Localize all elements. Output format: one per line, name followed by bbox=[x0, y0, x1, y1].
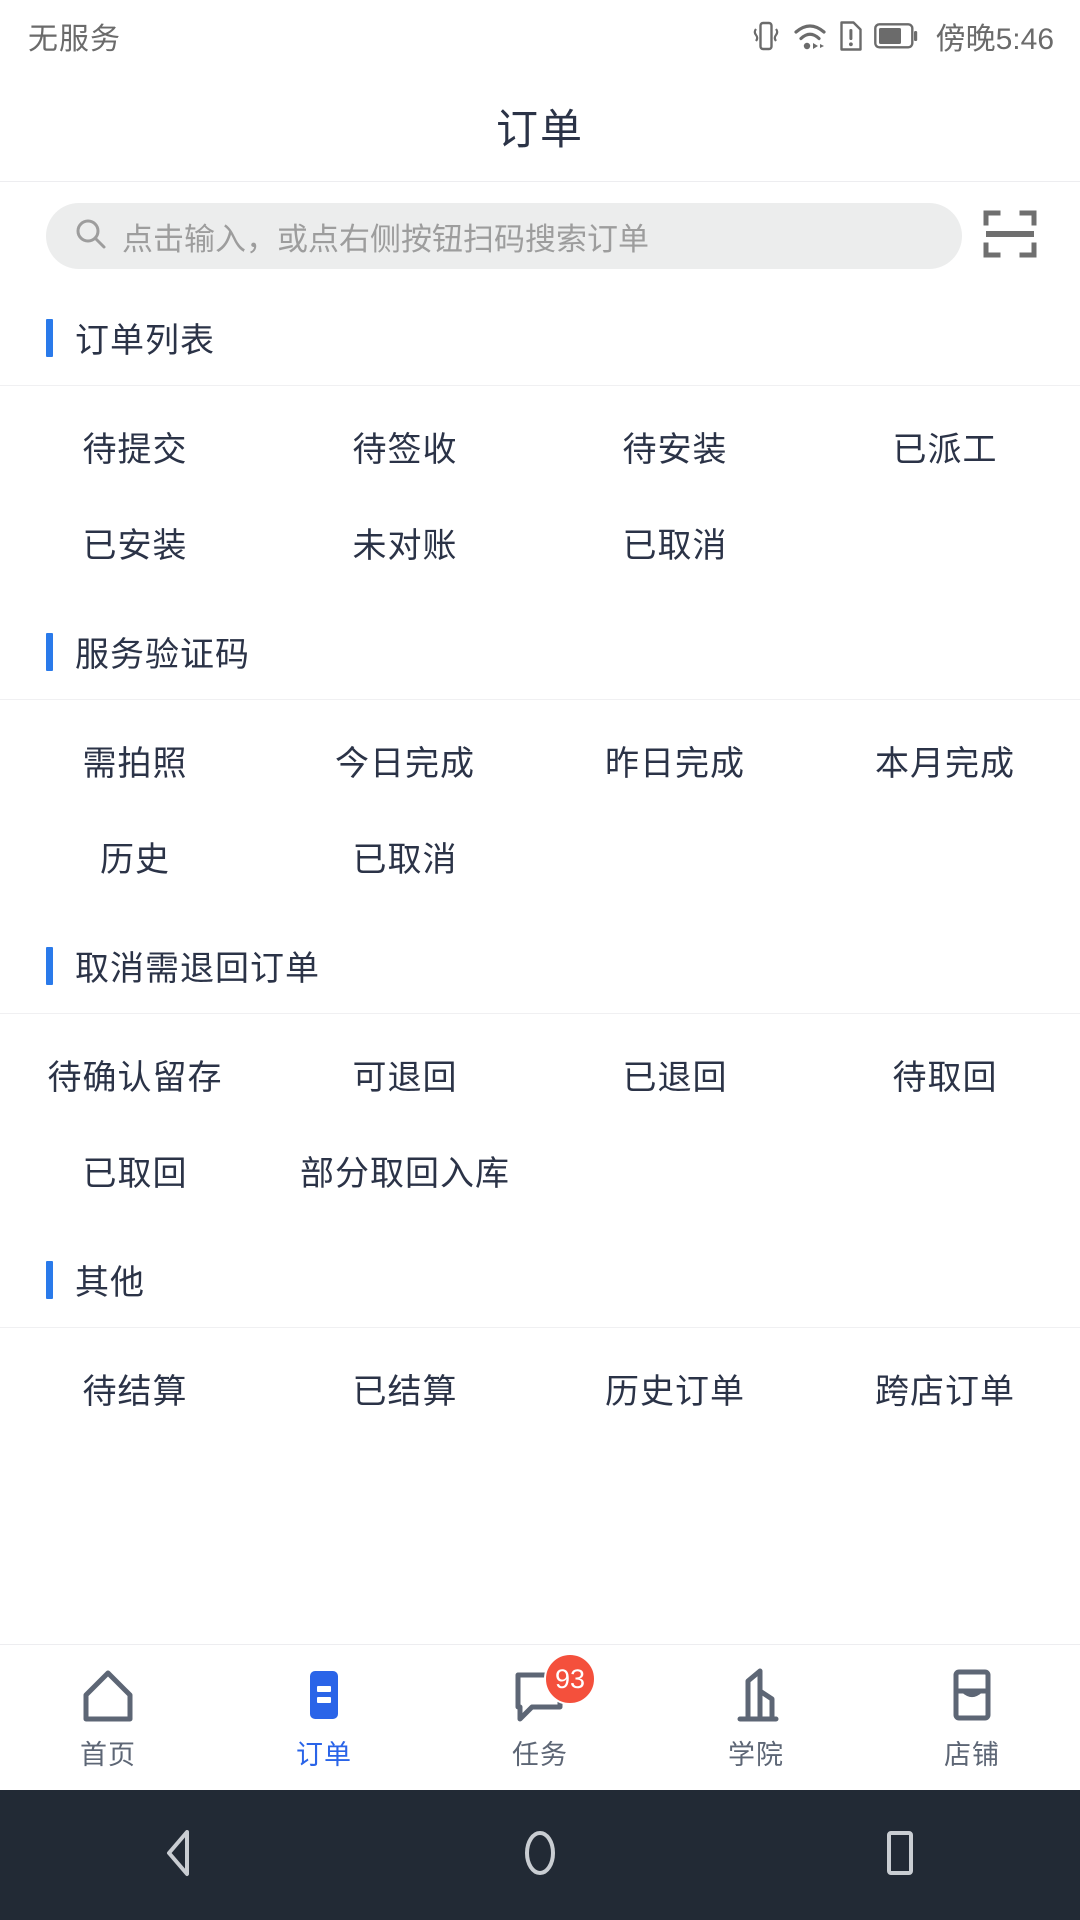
search-placeholder: 点击输入，或点右侧按钮扫码搜索订单 bbox=[122, 221, 649, 257]
tab-academy[interactable]: 学院 bbox=[648, 1645, 864, 1790]
grid-spacer bbox=[0, 700, 1080, 712]
grid-spacer bbox=[0, 386, 1080, 398]
tab-label-home: 首页 bbox=[80, 1740, 136, 1770]
section-title: 服务验证码 bbox=[75, 636, 250, 674]
grid-spacer bbox=[0, 590, 1080, 604]
task-message-icon: 93 bbox=[510, 1653, 596, 1725]
grid-item[interactable]: 已退回 bbox=[540, 1026, 810, 1122]
page-header: 订单 bbox=[0, 72, 1080, 182]
grid-item[interactable]: 未对账 bbox=[270, 494, 540, 590]
status-icons: 傍晚5:46 bbox=[751, 14, 1054, 58]
app-root: 无服务 傍晚5:46 订单 点击输入，或点右侧按钮扫码搜索订单 订单列表 待提交… bbox=[0, 0, 1080, 1920]
grid-item[interactable]: 已取消 bbox=[270, 808, 540, 904]
grid-item[interactable]: 本月完成 bbox=[810, 712, 1080, 808]
section-header: 取消需退回订单 bbox=[0, 918, 1080, 1014]
wifi-icon bbox=[792, 20, 828, 52]
vibrate-icon bbox=[751, 19, 781, 53]
grid-item[interactable]: 跨店订单 bbox=[810, 1340, 1080, 1436]
back-icon bbox=[155, 1826, 205, 1885]
search-icon bbox=[74, 217, 108, 256]
shop-icon bbox=[942, 1663, 1002, 1725]
recents-square-icon bbox=[875, 1826, 925, 1885]
grid-item[interactable]: 待结算 bbox=[0, 1340, 270, 1436]
tab-home[interactable]: 首页 bbox=[0, 1645, 216, 1790]
grid-spacer bbox=[0, 1014, 1080, 1026]
home-button[interactable] bbox=[465, 1790, 615, 1920]
tab-tasks[interactable]: 93 任务 bbox=[432, 1645, 648, 1790]
grid-item[interactable]: 可退回 bbox=[270, 1026, 540, 1122]
grid-item[interactable]: 历史 bbox=[0, 808, 270, 904]
carrier-label: 无服务 bbox=[28, 23, 121, 56]
section-accent-bar bbox=[46, 1260, 53, 1299]
grid-item[interactable]: 部分取回入库 bbox=[270, 1122, 540, 1218]
back-button[interactable] bbox=[105, 1790, 255, 1920]
grid-item[interactable]: 待确认留存 bbox=[0, 1026, 270, 1122]
tab-shop[interactable]: 店铺 bbox=[864, 1645, 1080, 1790]
section: 订单列表待提交 待签收 待安装 已派工已安装 未对账 已取消 bbox=[0, 290, 1080, 604]
sim-alert-icon bbox=[839, 20, 863, 52]
grid-item[interactable]: 历史订单 bbox=[540, 1340, 810, 1436]
search-input[interactable]: 点击输入，或点右侧按钮扫码搜索订单 bbox=[46, 203, 962, 269]
grid-item[interactable]: 已取消 bbox=[540, 494, 810, 590]
scan-code-icon bbox=[981, 205, 1039, 268]
grid-item[interactable]: 已结算 bbox=[270, 1340, 540, 1436]
academy-building-icon bbox=[726, 1663, 786, 1725]
section-accent-bar bbox=[46, 632, 53, 671]
section: 取消需退回订单待确认留存 可退回 已退回 待取回已取回 部分取回入库 bbox=[0, 918, 1080, 1232]
section-title: 订单列表 bbox=[75, 322, 215, 360]
grid-item[interactable]: 今日完成 bbox=[270, 712, 540, 808]
home-circle-icon bbox=[515, 1826, 565, 1885]
bottom-tab-bar: 首页 订单 93 任务 学院 店铺 bbox=[0, 1644, 1080, 1790]
tab-label-academy: 学院 bbox=[728, 1740, 784, 1770]
section-grid: 需拍照 今日完成 昨日完成 本月完成历史 已取消 bbox=[0, 712, 1080, 904]
grid-item[interactable]: 已派工 bbox=[810, 398, 1080, 494]
home-icon bbox=[78, 1663, 138, 1725]
grid-spacer bbox=[0, 1328, 1080, 1340]
grid-item[interactable]: 已取回 bbox=[0, 1122, 270, 1218]
search-bar: 点击输入，或点右侧按钮扫码搜索订单 bbox=[0, 182, 1080, 290]
grid-item[interactable]: 待签收 bbox=[270, 398, 540, 494]
section-header: 其他 bbox=[0, 1232, 1080, 1328]
grid-item[interactable]: 需拍照 bbox=[0, 712, 270, 808]
section-title: 取消需退回订单 bbox=[75, 950, 320, 988]
grid-item[interactable]: 待提交 bbox=[0, 398, 270, 494]
section-title: 其他 bbox=[75, 1264, 145, 1302]
battery-icon bbox=[873, 23, 918, 49]
recents-button[interactable] bbox=[825, 1790, 975, 1920]
grid-item[interactable]: 待安装 bbox=[540, 398, 810, 494]
tab-label-shop: 店铺 bbox=[944, 1740, 1000, 1770]
section-header: 服务验证码 bbox=[0, 604, 1080, 700]
clock-label: 傍晚5:46 bbox=[935, 23, 1054, 56]
section-accent-bar bbox=[46, 318, 53, 357]
section-grid: 待结算 已结算 历史订单 跨店订单 bbox=[0, 1340, 1080, 1436]
section-header: 订单列表 bbox=[0, 290, 1080, 386]
section-accent-bar bbox=[46, 946, 53, 985]
grid-item[interactable]: 昨日完成 bbox=[540, 712, 810, 808]
scan-code-button[interactable] bbox=[962, 182, 1058, 290]
section-grid: 待提交 待签收 待安装 已派工已安装 未对账 已取消 bbox=[0, 398, 1080, 590]
tab-orders[interactable]: 订单 bbox=[216, 1645, 432, 1790]
grid-spacer bbox=[0, 1436, 1080, 1450]
section: 其他待结算 已结算 历史订单 跨店订单 bbox=[0, 1232, 1080, 1450]
grid-spacer bbox=[0, 1218, 1080, 1232]
grid-item[interactable]: 待取回 bbox=[810, 1026, 1080, 1122]
tab-label-orders: 订单 bbox=[296, 1740, 352, 1770]
section-grid: 待确认留存 可退回 已退回 待取回已取回 部分取回入库 bbox=[0, 1026, 1080, 1218]
page-title: 订单 bbox=[495, 106, 584, 153]
sections-container: 订单列表 待提交 待签收 待安装 已派工 已安装 未对账 已取消 服务验证码 需拍照 今日完成 昨日完… bbox=[0, 290, 1080, 1450]
android-navigation-bar bbox=[0, 1790, 1080, 1920]
grid-spacer bbox=[0, 904, 1080, 918]
section: 服务验证码需拍照 今日完成 昨日完成 本月完成历史 已取消 bbox=[0, 604, 1080, 918]
tab-label-tasks: 任务 bbox=[512, 1740, 568, 1770]
task-badge: 93 bbox=[544, 1653, 596, 1705]
order-list-icon bbox=[294, 1663, 354, 1725]
grid-item[interactable]: 已安装 bbox=[0, 494, 270, 590]
status-bar: 无服务 傍晚5:46 bbox=[0, 0, 1080, 72]
